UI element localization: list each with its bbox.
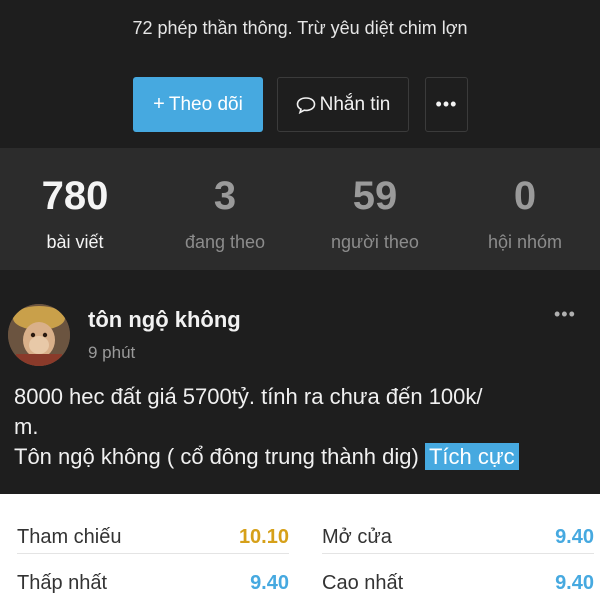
avatar[interactable] <box>8 304 70 366</box>
profile-stats: 780 bài viết 3 đang theo 59 người theo 0… <box>0 148 600 270</box>
post-more-button[interactable]: ••• <box>554 304 576 325</box>
post-body: 8000 hec đất giá 5700tỷ. tính ra chưa đế… <box>14 382 594 472</box>
quote-high-value: 9.40 <box>555 572 594 594</box>
stat-groups-value: 0 <box>513 174 537 218</box>
quote-high: Cao nhất 9.40 <box>322 560 594 600</box>
stat-groups-label: hội nhóm <box>487 232 563 252</box>
quote-low-value: 9.40 <box>250 572 289 594</box>
profile-bio: 72 phép thần thông. Trừ yêu diệt chim lợ… <box>132 18 468 38</box>
post-line: m. <box>14 414 39 439</box>
quote-low: Thấp nhất 9.40 <box>17 560 289 600</box>
follow-button[interactable]: + Theo dõi <box>133 77 263 132</box>
stat-posts-label: bài viết <box>46 232 104 252</box>
post-author[interactable]: tôn ngộ không <box>88 307 241 333</box>
quote-reference-label: Tham chiếu <box>17 526 122 548</box>
cropped-header <box>0 0 600 8</box>
message-button-label: Nhắn tin <box>319 93 391 115</box>
quote-low-label: Thấp nhất <box>17 572 108 594</box>
post-line: Tôn ngộ không ( cổ đông trung thành dig)… <box>14 442 594 472</box>
stock-quote-card[interactable]: Tham chiếu 10.10 Mở cửa 9.40 Thấp nhất 9… <box>0 494 600 600</box>
quote-open-value: 9.40 <box>555 526 594 548</box>
follow-button-label: Theo dõi <box>168 93 243 115</box>
message-button[interactable]: Nhắn tin <box>277 77 409 132</box>
post-time: 9 phút <box>88 343 136 362</box>
sentiment-tag[interactable]: Tích cực <box>424 443 519 470</box>
post-card: tôn ngộ không 9 phút ••• 8000 hec đất gi… <box>0 286 600 496</box>
stat-following-label: đang theo <box>184 232 266 252</box>
quote-reference-value: 10.10 <box>238 526 289 548</box>
profile-actions: + Theo dõi Nhắn tin ••• <box>0 77 600 133</box>
quote-open: Mở cửa 9.40 <box>322 514 594 554</box>
chat-bubble-icon <box>296 96 316 114</box>
quote-high-label: Cao nhất <box>322 572 404 594</box>
quote-open-label: Mở cửa <box>322 526 392 548</box>
plus-icon: + <box>153 93 165 115</box>
post-line: 8000 hec đất giá 5700tỷ. tính ra chưa đế… <box>14 384 483 409</box>
quote-reference: Tham chiếu 10.10 <box>17 514 289 554</box>
stat-followers-label: người theo <box>331 232 419 252</box>
more-options-button[interactable]: ••• <box>425 77 468 132</box>
post-line-text: Tôn ngộ không ( cổ đông trung thành dig) <box>14 444 419 469</box>
stat-posts-value: 780 <box>41 174 109 218</box>
stat-followers-value: 59 <box>352 174 398 218</box>
stat-following-value: 3 <box>213 174 237 218</box>
